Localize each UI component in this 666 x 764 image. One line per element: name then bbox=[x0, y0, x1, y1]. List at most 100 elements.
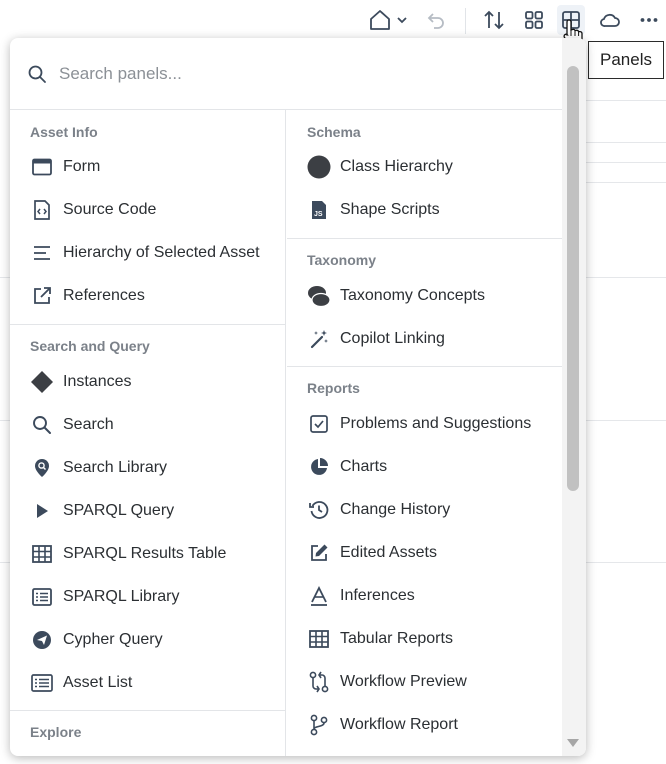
panel-item-charts[interactable]: Charts bbox=[287, 447, 562, 487]
panel-item-label: SPARQL Query bbox=[63, 502, 175, 519]
history-icon bbox=[307, 498, 331, 522]
panel-item-asset-list[interactable]: Asset List bbox=[10, 663, 285, 703]
panel-item-label: Edited Assets bbox=[340, 544, 437, 561]
panels-tooltip: Panels bbox=[588, 41, 664, 79]
cloud-button[interactable] bbox=[598, 8, 622, 32]
panel-item-copilot-linking[interactable]: Copilot Linking bbox=[287, 319, 562, 359]
more-options-button[interactable] bbox=[638, 8, 660, 32]
pie-chart-icon bbox=[307, 455, 331, 479]
circle-icon bbox=[307, 155, 331, 179]
diamond-icon bbox=[30, 370, 54, 394]
edit-square-icon bbox=[307, 541, 331, 565]
panel-item-cypher-query[interactable]: Cypher Query bbox=[10, 620, 285, 660]
section-explore: Explore bbox=[10, 710, 285, 756]
inference-icon bbox=[307, 584, 331, 608]
panel-item-class-hierarchy[interactable]: Class Hierarchy bbox=[287, 147, 562, 187]
form-icon bbox=[30, 155, 54, 179]
section-title: Search and Query bbox=[30, 338, 150, 354]
source-code-icon bbox=[30, 198, 54, 222]
panel-item-sparql-library[interactable]: SPARQL Library bbox=[10, 577, 285, 617]
panel-item-form[interactable]: Form bbox=[10, 147, 285, 187]
panel-item-instances[interactable]: Instances bbox=[10, 362, 285, 402]
section-title: Schema bbox=[307, 124, 361, 140]
background-divider bbox=[586, 142, 666, 143]
panel-item-label: Source Code bbox=[63, 201, 157, 218]
play-icon bbox=[30, 499, 54, 523]
panels-popup: Asset Info Form Source Code Hierarchy of… bbox=[10, 38, 586, 756]
panel-item-label: SPARQL Library bbox=[63, 588, 180, 605]
panel-item-taxonomy-concepts[interactable]: Taxonomy Concepts bbox=[287, 276, 562, 316]
undo-icon bbox=[427, 13, 444, 29]
scrollbar-thumb[interactable] bbox=[567, 66, 579, 491]
cloud-icon bbox=[600, 13, 620, 27]
panel-item-label: Taxonomy Concepts bbox=[340, 287, 485, 304]
panel-item-label: Form bbox=[63, 158, 101, 175]
panel-item-label: SPARQL Results Table bbox=[63, 545, 227, 562]
panel-item-problems-and-suggestions[interactable]: Problems and Suggestions bbox=[287, 404, 562, 444]
toolbar-separator bbox=[465, 8, 466, 34]
panel-item-sparql-results-table[interactable]: SPARQL Results Table bbox=[10, 534, 285, 574]
panel-item-search[interactable]: Search bbox=[10, 405, 285, 445]
asset-list-icon bbox=[30, 671, 54, 695]
home-icon bbox=[370, 10, 407, 30]
dashboard-button[interactable] bbox=[522, 8, 546, 32]
panel-item-label: Tabular Reports bbox=[340, 630, 453, 647]
panel-item-label: References bbox=[63, 287, 145, 304]
background-divider bbox=[0, 277, 10, 278]
panel-item-shape-scripts[interactable]: JS Shape Scripts bbox=[287, 190, 562, 230]
panel-item-label: Charts bbox=[340, 458, 388, 475]
panel-item-hierarchy[interactable]: Hierarchy of Selected Asset bbox=[10, 233, 285, 273]
panel-item-sparql-query[interactable]: SPARQL Query bbox=[10, 491, 285, 531]
grid-icon bbox=[525, 11, 543, 29]
js-file-icon: JS bbox=[307, 198, 331, 222]
send-circle-icon bbox=[30, 628, 54, 652]
sort-button[interactable] bbox=[482, 8, 506, 32]
panel-item-label: Shape Scripts bbox=[340, 201, 440, 218]
section-title: Taxonomy bbox=[307, 252, 376, 268]
search-pin-icon bbox=[30, 456, 54, 480]
panel-item-change-history[interactable]: Change History bbox=[287, 490, 562, 530]
section-schema: Schema Class Hierarchy JS Shape Scripts bbox=[287, 110, 562, 238]
right-panel-column: Schema Class Hierarchy JS Shape Scripts … bbox=[287, 110, 562, 756]
panel-item-label: Class Hierarchy bbox=[340, 158, 453, 175]
concepts-icon bbox=[307, 284, 331, 308]
background-divider bbox=[586, 562, 666, 563]
background-divider bbox=[0, 420, 10, 421]
section-reports: Reports Problems and Suggestions Charts … bbox=[287, 366, 562, 756]
scroll-down-arrow-icon[interactable] bbox=[566, 738, 580, 748]
section-search-and-query: Search and Query Instances Search Search… bbox=[10, 324, 285, 710]
sort-arrows-icon bbox=[484, 10, 504, 30]
panel-item-tabular-reports[interactable]: Tabular Reports bbox=[287, 619, 562, 659]
section-title: Explore bbox=[30, 724, 82, 740]
panel-item-label: Search Library bbox=[63, 459, 168, 476]
external-link-icon bbox=[30, 284, 54, 308]
home-menu-button[interactable] bbox=[368, 8, 410, 32]
panel-item-workflow-report[interactable]: Workflow Report bbox=[287, 705, 562, 745]
undo-button[interactable] bbox=[424, 8, 448, 32]
panel-item-label: Inferences bbox=[340, 587, 415, 604]
search-icon bbox=[30, 413, 54, 437]
panel-item-edited-assets[interactable]: Edited Assets bbox=[287, 533, 562, 573]
branch-icon bbox=[307, 713, 331, 737]
panel-item-workflow-preview[interactable]: Workflow Preview bbox=[287, 662, 562, 702]
panel-item-label: Workflow Report bbox=[340, 716, 458, 733]
list-box-icon bbox=[30, 585, 54, 609]
panel-item-label: Change History bbox=[340, 501, 451, 518]
background-divider bbox=[586, 420, 666, 421]
panel-item-label: Search bbox=[63, 416, 114, 433]
panel-item-label: Copilot Linking bbox=[340, 330, 445, 347]
magic-wand-icon bbox=[307, 327, 331, 351]
panel-search-input[interactable] bbox=[59, 63, 499, 84]
panel-item-references[interactable]: References bbox=[10, 276, 285, 316]
panel-item-label: Workflow Preview bbox=[340, 673, 467, 690]
background-divider bbox=[586, 277, 666, 278]
panel-item-inferences[interactable]: Inferences bbox=[287, 576, 562, 616]
panel-item-source-code[interactable]: Source Code bbox=[10, 190, 285, 230]
section-taxonomy: Taxonomy Taxonomy Concepts Copilot Linki… bbox=[287, 238, 562, 366]
section-title: Asset Info bbox=[30, 124, 98, 140]
panel-item-search-library[interactable]: Search Library bbox=[10, 448, 285, 488]
panel-item-label: Hierarchy of Selected Asset bbox=[63, 244, 260, 261]
search-icon bbox=[28, 65, 46, 83]
section-title: Reports bbox=[307, 380, 360, 396]
panel-item-label: Instances bbox=[63, 373, 132, 390]
